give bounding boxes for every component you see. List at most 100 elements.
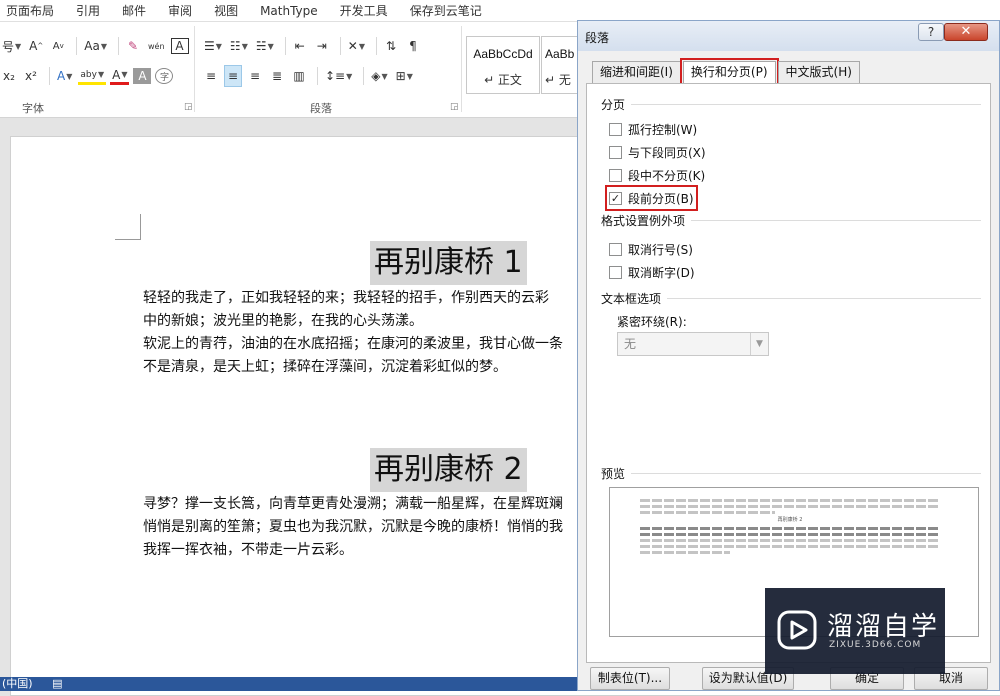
- dont-hyphenate-checkbox[interactable]: 取消断字(D): [609, 263, 695, 281]
- text-line: 中的新娘；波光里的艳影，在我的心头荡漾。: [143, 313, 423, 329]
- decrease-indent-icon[interactable]: ⇤: [291, 35, 309, 57]
- paragraph-1[interactable]: 轻轻的我走了，正如我轻轻的来；我轻轻的招手，作别西天的云彩 中的新娘；波光里的艳…: [143, 287, 563, 379]
- sort-icon[interactable]: ⇅: [382, 35, 400, 57]
- font-dialog-launcher-icon[interactable]: ◲: [184, 102, 193, 112]
- group-divider: [461, 26, 462, 112]
- phonetic-guide-button[interactable]: wén: [146, 35, 167, 57]
- multilevel-list-icon[interactable]: ☵ ▼: [254, 35, 276, 57]
- tab-mathtype[interactable]: MathType: [254, 4, 334, 18]
- preview-line: [640, 511, 775, 514]
- section-exceptions: 格式设置例外项: [601, 212, 981, 229]
- font-color-button[interactable]: A ▼: [110, 67, 130, 85]
- preview-line: [640, 499, 940, 502]
- heading-1[interactable]: 再别康桥 1: [370, 241, 527, 285]
- section-textbox: 文本框选项: [601, 290, 981, 307]
- margin-corner-mark: [115, 214, 141, 240]
- tab-mailings[interactable]: 邮件: [116, 2, 162, 19]
- subscript-button[interactable]: x₂: [0, 65, 18, 87]
- watermark: 溜溜自学 ZIXUE.3D66.COM: [765, 588, 945, 674]
- checkbox-box[interactable]: [609, 145, 622, 159]
- macro-record-icon[interactable]: ▤: [52, 677, 62, 690]
- checkbox-box[interactable]: [609, 265, 622, 279]
- highlight-color-button[interactable]: aby ▼: [78, 67, 107, 85]
- preview-lines: 再别康桥 2: [640, 496, 940, 557]
- help-button[interactable]: ?: [918, 23, 944, 41]
- shading-icon[interactable]: ◈ ▼: [369, 65, 389, 87]
- tab-references[interactable]: 引用: [70, 2, 116, 19]
- borders-icon[interactable]: ⊞ ▼: [394, 65, 415, 87]
- align-right-icon[interactable]: ≡: [246, 65, 264, 87]
- style-no-spacing-name: ↵ 无: [545, 73, 571, 87]
- suppress-line-numbers-checkbox[interactable]: 取消行号(S): [609, 240, 693, 258]
- tight-wrap-select[interactable]: 无 ▼: [617, 332, 769, 356]
- checkmark-icon[interactable]: ✓: [609, 191, 622, 205]
- watermark-name: 溜溜自学: [827, 612, 940, 642]
- checkbox-label: 段前分页(B): [628, 191, 694, 206]
- distributed-icon[interactable]: ▥: [290, 65, 308, 87]
- style-no-spacing[interactable]: AaBb ↵ 无: [541, 36, 581, 94]
- align-center-icon[interactable]: ≡: [224, 65, 242, 87]
- justify-icon[interactable]: ≣: [268, 65, 286, 87]
- dialog-tabs: 缩进和间距(I) 换行和分页(P) 中文版式(H): [592, 58, 862, 86]
- page-break-before-checkbox[interactable]: ✓ 段前分页(B): [605, 185, 698, 211]
- chinese-layout-icon[interactable]: ✕ ▼: [346, 35, 367, 57]
- shrink-font-button[interactable]: Av: [49, 35, 67, 57]
- preview-title: 再别康桥 2: [777, 517, 803, 523]
- enclose-char-button[interactable]: 字: [155, 68, 174, 84]
- numbering-icon[interactable]: ☷ ▼: [228, 35, 250, 57]
- tab-developer[interactable]: 开发工具: [334, 2, 404, 19]
- separator: [363, 67, 365, 85]
- paragraph-row-2: ≡ ≡ ≡ ≣ ▥ ↕≡ ▼ ◈ ▼ ⊞ ▼: [202, 64, 419, 88]
- font-group-label: 字体: [22, 102, 44, 115]
- widow-control-checkbox[interactable]: 孤行控制(W): [609, 120, 697, 138]
- superscript-button[interactable]: x²: [22, 65, 40, 87]
- section-pagination: 分页: [601, 96, 981, 113]
- language-indicator[interactable]: (中国): [2, 677, 33, 690]
- checkbox-box[interactable]: [609, 122, 622, 136]
- paragraph-2[interactable]: 寻梦？撑一支长篙，向青草更青处漫溯；满载一船星辉，在星辉斑斓 悄悄是别离的笙箫；…: [143, 493, 563, 562]
- chevron-down-icon[interactable]: ▼: [750, 333, 768, 355]
- checkbox-box[interactable]: [609, 242, 622, 256]
- dialog-titlebar[interactable]: 段落 ? ✕: [578, 21, 999, 51]
- tab-line-page-breaks[interactable]: 换行和分页(P): [679, 58, 779, 86]
- keep-with-next-checkbox[interactable]: 与下段同页(X): [609, 143, 706, 161]
- tabs-button[interactable]: 制表位(T)...: [590, 667, 670, 690]
- style-no-spacing-sample: AaBb: [545, 47, 575, 61]
- tab-save-to-cloud-notes[interactable]: 保存到云笔记: [404, 2, 498, 19]
- font-row-1: 号 ▼ A ^ Av Aa ▼ ✎ wén A: [0, 34, 193, 58]
- char-border-button[interactable]: A: [170, 38, 189, 54]
- preview-line: [640, 533, 940, 536]
- checkbox-label: 取消行号(S): [628, 242, 693, 257]
- paragraph-dialog-launcher-icon[interactable]: ◲: [450, 102, 459, 112]
- tab-page-layout[interactable]: 页面布局: [0, 2, 70, 19]
- heading-2[interactable]: 再别康桥 2: [370, 448, 527, 492]
- section-preview: 预览: [601, 465, 981, 482]
- checkbox-box[interactable]: [609, 168, 622, 182]
- paragraph-row-1: ☰ ▼ ☷ ▼ ☵ ▼ ⇤ ⇥ ✕ ▼ ⇅ ¶: [202, 34, 426, 58]
- tab-indents-spacing[interactable]: 缩进和间距(I): [592, 61, 681, 83]
- tab-review[interactable]: 审阅: [162, 2, 208, 19]
- char-shading-button[interactable]: A: [133, 68, 152, 84]
- increase-indent-icon[interactable]: ⇥: [313, 35, 331, 57]
- tab-view[interactable]: 视图: [208, 2, 254, 19]
- clear-format-icon[interactable]: ✎: [124, 35, 142, 57]
- text-effects-button[interactable]: A ▼: [55, 65, 74, 87]
- bullets-icon[interactable]: ☰ ▼: [202, 35, 224, 57]
- align-left-icon[interactable]: ≡: [202, 65, 220, 87]
- text-line: 软泥上的青荇，油油的在水底招摇；在康河的柔波里，我甘心做一条: [143, 336, 563, 352]
- font-size-dropdown[interactable]: 号 ▼: [0, 35, 23, 57]
- text-line: 不是清泉，是天上虹；揉碎在浮藻间，沉淀着彩虹似的梦。: [143, 359, 507, 375]
- close-button[interactable]: ✕: [944, 23, 988, 41]
- checkbox-label: 与下段同页(X): [628, 145, 706, 160]
- line-spacing-icon[interactable]: ↕≡ ▼: [323, 65, 354, 87]
- keep-lines-together-checkbox[interactable]: 段中不分页(K): [609, 166, 705, 184]
- style-normal[interactable]: AaBbCcDd ↵ 正文: [466, 36, 540, 94]
- separator: [117, 37, 119, 55]
- font-row-2: x₂ x² A ▼ aby ▼ A ▼ A 字: [0, 64, 177, 88]
- show-marks-icon[interactable]: ¶: [404, 35, 422, 57]
- dialog-title: 段落: [585, 31, 610, 45]
- change-case-button[interactable]: Aa ▼: [82, 35, 109, 57]
- tab-asian-typography[interactable]: 中文版式(H): [777, 61, 860, 83]
- grow-font-button[interactable]: A ^: [27, 35, 45, 57]
- paragraph-group-label: 段落: [310, 102, 332, 115]
